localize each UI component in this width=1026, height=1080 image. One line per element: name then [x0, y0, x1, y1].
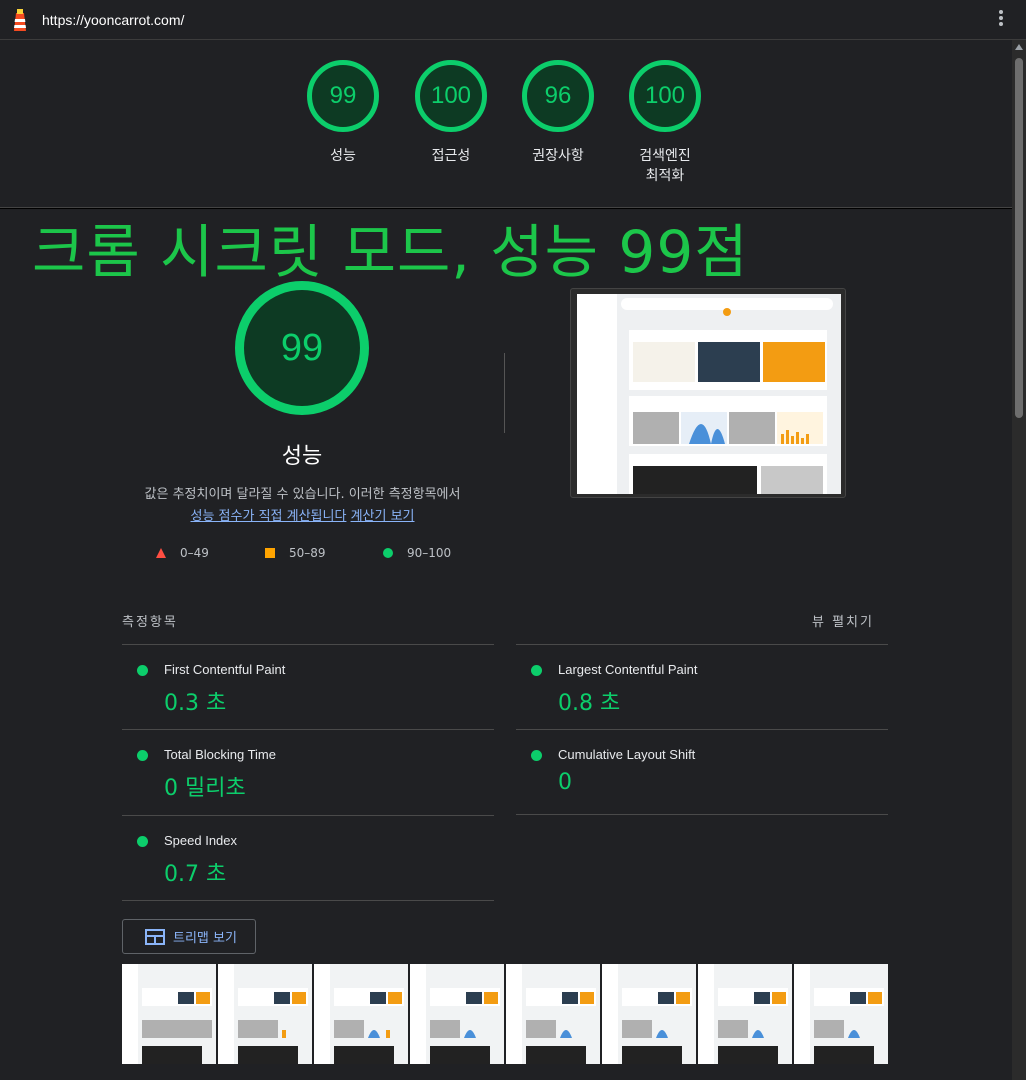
screenshot-image: [577, 294, 841, 494]
legend-fail: 0–49: [156, 546, 209, 560]
score-value: 96: [544, 82, 572, 109]
expand-view-toggle[interactable]: 뷰 펼치기: [812, 611, 874, 630]
metric-value: 0.7 초: [164, 862, 227, 887]
metric-si[interactable]: Speed Index 0.7 초: [122, 815, 494, 901]
metrics-header: 측정항목: [122, 615, 178, 630]
treemap-label: 트리맵 보기: [173, 931, 237, 946]
filmstrip-frame: [794, 964, 888, 1064]
performance-title: 성능: [281, 444, 323, 469]
sticky-score-header: 99 성능 100 접근성 96 권장사항 100 검색엔진 최적화: [0, 40, 1012, 208]
score-calc-link[interactable]: 성능 점수가 직접 계산됩니다: [191, 509, 347, 524]
view-treemap-button[interactable]: 트리맵 보기: [122, 919, 256, 954]
legend-fail-label: 0–49: [180, 546, 209, 560]
gauge-accessibility[interactable]: 100 접근성: [411, 60, 491, 166]
square-icon: [265, 548, 275, 558]
final-screenshot[interactable]: [570, 288, 846, 498]
filmstrip-frame: [122, 964, 216, 1064]
metric-fcp[interactable]: First Contentful Paint 0.3 초: [122, 644, 494, 730]
filmstrip-frame: [218, 964, 312, 1064]
scrollbar-thumb[interactable]: [1015, 58, 1023, 418]
kebab-menu-icon[interactable]: [996, 10, 1006, 30]
url-bar: https://yooncarrot.com/: [0, 0, 1026, 40]
performance-description: 값은 추정치이며 달라질 수 있습니다. 이러한 측정항목에서: [144, 487, 461, 502]
divider: [516, 814, 888, 815]
calculator-link[interactable]: 계산기 보기: [351, 509, 415, 524]
score-label: 권장사항: [532, 148, 584, 164]
filmstrip-frame: [698, 964, 792, 1064]
performance-links: 성능 점수가 직접 계산됩니다 계산기 보기: [110, 505, 495, 524]
score-ring: 96: [522, 60, 594, 132]
score-ring: 100: [629, 60, 701, 132]
metric-value: 0 밀리초: [164, 776, 246, 801]
score-value: 99: [329, 82, 357, 109]
triangle-icon: [156, 548, 166, 558]
metric-name: Speed Index: [164, 833, 238, 848]
metric-tbt[interactable]: Total Blocking Time 0 밀리초: [122, 729, 494, 815]
scrollbar[interactable]: [1012, 40, 1026, 1080]
score-label: 접근성: [431, 148, 471, 164]
filmstrip-frame: [410, 964, 504, 1064]
score-value: 100: [430, 82, 472, 109]
legend-average: 50–89: [265, 546, 326, 560]
pass-circle-icon: [137, 836, 148, 847]
score-label: 검색엔진 최적화: [639, 148, 691, 184]
metric-name: Largest Contentful Paint: [558, 662, 698, 677]
metric-lcp[interactable]: Largest Contentful Paint 0.8 초: [516, 644, 888, 730]
filmstrip-frame: [314, 964, 408, 1064]
legend-pass: 90–100: [383, 546, 451, 560]
metric-name: Total Blocking Time: [164, 747, 276, 762]
divider: [504, 353, 505, 433]
page-url[interactable]: https://yooncarrot.com/: [42, 12, 184, 28]
metric-value: 0: [558, 770, 572, 795]
pass-circle-icon: [531, 750, 542, 761]
pass-circle-icon: [137, 750, 148, 761]
metric-value: 0.8 초: [558, 691, 621, 716]
treemap-icon: [145, 928, 165, 945]
pass-circle-icon: [531, 665, 542, 676]
score-label: 성능: [330, 148, 356, 164]
overlay-caption: 크롬 시크릿 모드, 성능 99점: [32, 218, 749, 286]
circle-icon: [383, 548, 393, 558]
filmstrip-frame: [602, 964, 696, 1064]
metric-name: First Contentful Paint: [164, 662, 286, 677]
legend-pass-label: 90–100: [407, 546, 452, 560]
score-ring: 100: [415, 60, 487, 132]
scroll-up-icon[interactable]: [1015, 44, 1023, 50]
filmstrip: [122, 964, 888, 1064]
metric-name: Cumulative Layout Shift: [558, 747, 696, 762]
performance-score: 99: [280, 326, 324, 369]
pass-circle-icon: [137, 665, 148, 676]
filmstrip-frame: [506, 964, 600, 1064]
metric-value: 0.3 초: [164, 691, 227, 716]
legend-average-label: 50–89: [289, 546, 326, 560]
score-value: 100: [644, 82, 686, 109]
score-ring: 99: [307, 60, 379, 132]
gauge-best-practices[interactable]: 96 권장사항: [518, 60, 598, 166]
lighthouse-icon: [14, 9, 26, 31]
metric-cls[interactable]: Cumulative Layout Shift 0: [516, 729, 888, 815]
performance-gauge: 99: [235, 281, 369, 415]
divider: [122, 900, 494, 901]
gauge-performance[interactable]: 99 성능: [303, 60, 383, 166]
gauge-seo[interactable]: 100 검색엔진 최적화: [625, 60, 705, 186]
